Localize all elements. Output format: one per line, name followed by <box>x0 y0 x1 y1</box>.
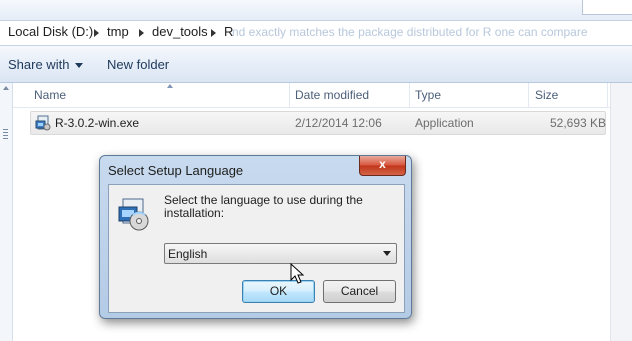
column-divider[interactable] <box>289 83 290 107</box>
vertical-scrollbar[interactable] <box>610 83 632 341</box>
cancel-button[interactable]: Cancel <box>323 280 396 303</box>
new-folder-button[interactable]: New folder <box>107 57 169 72</box>
dialog-body: Select the language to use during the in… <box>108 184 405 313</box>
background-text-ghost: nd exactly matches the package distribut… <box>232 25 588 39</box>
dialog-title: Select Setup Language <box>108 163 244 178</box>
column-divider[interactable] <box>607 83 608 107</box>
file-row[interactable]: R-3.0.2-win.exe 2/12/2014 12:06 Applicat… <box>30 111 606 135</box>
close-icon: x <box>379 157 386 171</box>
breadcrumb-dev-tools[interactable]: dev_tools <box>152 24 208 39</box>
setup-disc-icon <box>118 198 149 231</box>
sort-ascending-icon <box>167 84 173 88</box>
chevron-down-icon <box>75 63 84 69</box>
installer-icon <box>35 115 51 131</box>
window-top-strip <box>0 0 632 20</box>
ok-button[interactable]: OK <box>242 280 315 303</box>
breadcrumb-separator-icon[interactable] <box>94 29 99 37</box>
file-name: R-3.0.2-win.exe <box>55 116 140 130</box>
share-with-button[interactable]: Share with <box>8 57 84 72</box>
column-type[interactable]: Type <box>415 88 441 102</box>
column-divider[interactable] <box>409 83 410 107</box>
search-box[interactable] <box>582 0 632 15</box>
language-select-value: English <box>168 247 208 261</box>
splitter-grip-icon[interactable] <box>3 129 8 139</box>
column-date-modified[interactable]: Date modified <box>295 88 369 102</box>
breadcrumb-separator-icon[interactable] <box>139 29 144 37</box>
file-date: 2/12/2014 12:06 <box>295 116 382 130</box>
language-select[interactable]: English <box>164 243 397 264</box>
column-divider[interactable] <box>528 83 529 107</box>
select-language-dialog: Select Setup Language x Select the langu… <box>99 155 412 319</box>
address-bar[interactable]: Local Disk (D:) tmp dev_tools R nd exact… <box>0 20 632 46</box>
breadcrumb-separator-icon[interactable] <box>211 29 216 37</box>
command-toolbar: Share with New folder <box>0 46 632 83</box>
instruction-text: Select the language to use during the in… <box>164 193 363 220</box>
file-type: Application <box>415 116 474 130</box>
mouse-pointer-icon <box>290 263 304 284</box>
navigation-pane[interactable] <box>0 83 13 341</box>
scroll-up-icon[interactable] <box>3 86 9 90</box>
column-header-bar: Name Date modified Type Size <box>13 83 610 108</box>
close-button[interactable]: x <box>359 156 406 176</box>
file-size: 52,693 KB <box>550 116 607 130</box>
breadcrumb-tmp[interactable]: tmp <box>107 24 129 39</box>
breadcrumb-local-disk[interactable]: Local Disk (D:) <box>8 24 93 39</box>
column-name[interactable]: Name <box>34 88 66 102</box>
chevron-down-icon[interactable] <box>383 251 391 256</box>
column-size[interactable]: Size <box>535 88 558 102</box>
share-with-label: Share with <box>8 57 70 72</box>
